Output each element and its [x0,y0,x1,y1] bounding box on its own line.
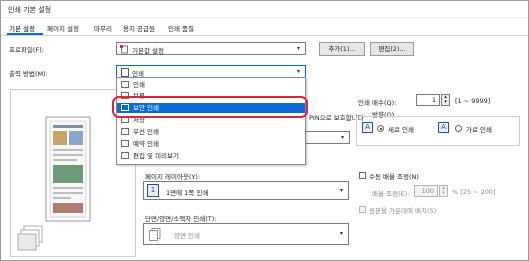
chevron-down-icon: ▾ [296,68,300,75]
duplex-icon [149,228,161,243]
output-method-label: 출력 방법(M): [9,70,48,78]
preview-icon [121,152,129,159]
landscape-icon: A [438,122,449,133]
center-original-checkbox[interactable] [359,206,366,213]
scale-value: 100 [421,187,434,195]
duplex-label: 단면/양면/소책자 인쇄(T): [145,215,217,223]
duplex-select[interactable]: 양면 인쇄 ▾ [143,223,349,245]
add-profile-button[interactable]: 추가(1)... [319,42,365,56]
chevron-down-icon: ▾ [340,134,344,141]
tab-print-quality[interactable]: 인쇄 품질 [168,23,194,33]
dropdown-item-priority-print[interactable]: 우선 인쇄 [117,127,305,137]
manual-scaling-label: 수동 배율 조정(N) [369,173,419,181]
page-layout-select[interactable]: 1 1면에 1쪽 인쇄 ▾ [143,181,349,200]
scale-range: % [25 ~ 200] [452,188,496,196]
copies-value: 1 [431,96,436,104]
portrait-icon: A [362,122,373,133]
copies-input[interactable]: 1 [416,94,440,106]
duplex-value: 양면 인쇄 [174,232,200,240]
layout-number-icon: 1 [147,184,159,197]
edit-profile-button[interactable]: 편집(2)... [370,42,414,56]
manual-scaling-checkbox[interactable] [359,172,366,179]
dropdown-item-label: 예약 인쇄 [133,140,159,148]
dropdown-item-print[interactable]: 인쇄 [117,80,305,90]
copies-range: [1 ~ 9999] [455,97,491,105]
scale-spinner[interactable]: ▴ ▾ [439,185,448,197]
page-layout-value: 1면에 1쪽 인쇄 [166,189,209,197]
dropdown-item-edit-preview[interactable]: 편집 및 미리보기 [117,151,305,161]
landscape-label: 가로 인쇄 [466,126,492,134]
stack-icon [16,224,46,252]
scale-input[interactable]: 100 [414,185,438,197]
window-title: 인쇄 기본 설정 [8,6,52,14]
profile-label: 프로파일(F): [9,46,44,54]
profile-value: 기본값 설정 [132,47,164,55]
tab-finishing[interactable]: 마무리 [94,23,112,33]
priority-icon [121,128,129,135]
tab-page-setup[interactable]: 페이지 설정 [47,23,79,33]
profile-select[interactable]: 기본값 설정 ▾ [116,42,306,55]
dropdown-item-scheduled-print[interactable]: 예약 인쇄 [117,139,305,149]
tab-paper-source[interactable]: 용지 공급원 [123,23,155,33]
dropdown-item-label: 편집 및 미리보기 [133,152,179,160]
scale-label: 배율 조정(E): [372,190,410,198]
copies-label: 인쇄 매수(Q): [358,99,397,107]
chevron-down-icon: ▾ [339,230,343,237]
portrait-label: 세로 인쇄 [388,126,414,134]
printer-icon [121,68,129,77]
print-icon [121,81,129,88]
portrait-radio[interactable] [377,125,384,132]
page-preview [44,115,96,223]
landscape-radio[interactable] [455,125,462,132]
output-method-dropdown: 인쇄 보류 보안 인쇄 저장 우선 인쇄 예약 인쇄 편집 및 미리보기 [116,77,306,165]
tab-bar: 기본 설정 페이지 설정 마무리 용지 공급원 인쇄 품질 [1,18,528,36]
copies-spinner[interactable]: ▴ ▾ [441,94,450,106]
page-layout-label: 페이지 레이아웃(Y): [145,173,201,181]
schedule-icon [121,140,129,147]
dropdown-item-label: 우선 인쇄 [133,128,159,136]
chevron-down-icon: ▾ [296,45,300,52]
profile-icon [120,45,129,56]
selection-highlight-outline [112,96,308,118]
dropdown-item-label: 인쇄 [133,81,145,89]
chevron-down-icon: ▾ [339,187,343,194]
tab-basic-settings[interactable]: 기본 설정 [9,23,35,33]
center-original-label: 원본을 가운데에 배치(5) [369,207,437,215]
title-bar: 인쇄 기본 설정 [1,1,528,17]
active-tab-indicator [7,33,43,35]
